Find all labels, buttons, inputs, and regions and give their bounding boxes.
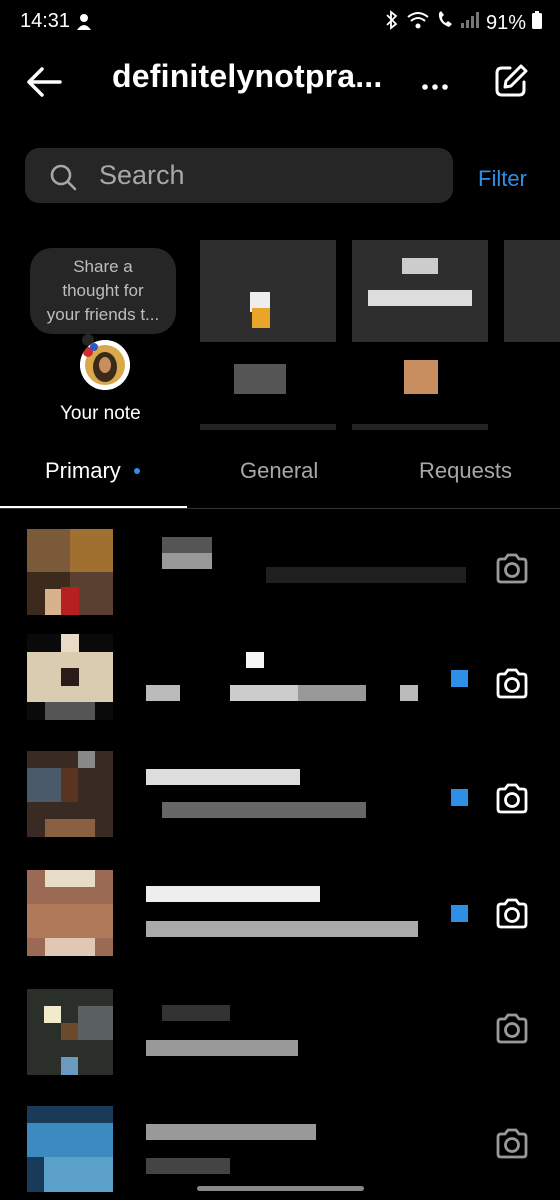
camera-icon bbox=[496, 668, 528, 699]
back-button[interactable] bbox=[26, 64, 62, 105]
camera-button[interactable] bbox=[494, 553, 530, 590]
camera-icon bbox=[496, 783, 528, 814]
avatar bbox=[27, 634, 113, 720]
note-bubble-line: thought for bbox=[62, 281, 144, 300]
avatar bbox=[27, 989, 113, 1075]
battery-icon bbox=[532, 11, 542, 35]
battery-text: 91% bbox=[485, 11, 526, 34]
more-dots-icon bbox=[422, 84, 448, 90]
tab-divider bbox=[0, 508, 560, 509]
camera-icon bbox=[496, 1013, 528, 1044]
search-icon bbox=[50, 164, 77, 191]
tab-underline bbox=[0, 506, 187, 508]
notification-icon bbox=[74, 12, 94, 37]
note-bubble-line: Share a bbox=[73, 257, 133, 276]
conversation-row[interactable] bbox=[0, 634, 560, 730]
camera-button[interactable] bbox=[494, 783, 530, 820]
more-options-button[interactable] bbox=[422, 78, 448, 96]
camera-icon bbox=[496, 553, 528, 584]
conversation-row[interactable] bbox=[0, 751, 560, 845]
camera-button[interactable] bbox=[494, 898, 530, 935]
status-right: 91% bbox=[384, 10, 542, 36]
camera-button[interactable] bbox=[494, 668, 530, 705]
camera-button[interactable] bbox=[494, 1128, 530, 1165]
avatar[interactable] bbox=[80, 340, 130, 390]
unread-dot bbox=[134, 468, 140, 474]
unread-indicator bbox=[451, 789, 468, 806]
new-message-button[interactable] bbox=[492, 62, 530, 105]
conversation-row[interactable] bbox=[0, 1100, 560, 1192]
camera-button[interactable] bbox=[494, 1013, 530, 1050]
avatar bbox=[27, 751, 113, 837]
signal-icon bbox=[460, 11, 480, 35]
note-bubble[interactable]: Share a thought for your friends t... bbox=[30, 248, 176, 334]
filter-button[interactable]: Filter bbox=[478, 166, 527, 192]
avatar bbox=[27, 529, 113, 615]
friend-note[interactable] bbox=[200, 240, 336, 435]
avatar bbox=[27, 870, 113, 956]
camera-icon bbox=[496, 898, 528, 929]
conversation-row[interactable] bbox=[0, 870, 560, 960]
note-bubble-line: your friends t... bbox=[46, 305, 160, 324]
search-placeholder: Search bbox=[99, 160, 185, 190]
bluetooth-icon bbox=[384, 10, 400, 36]
call-icon bbox=[436, 10, 454, 36]
avatar bbox=[27, 1106, 113, 1192]
search-input[interactable]: Search bbox=[25, 148, 453, 203]
status-time: 14:31 bbox=[20, 10, 71, 32]
your-note-label: Your note bbox=[60, 403, 141, 424]
back-arrow-icon bbox=[27, 67, 62, 97]
profile-photo bbox=[80, 340, 130, 390]
compose-icon bbox=[495, 64, 528, 97]
friend-note[interactable] bbox=[352, 240, 488, 435]
home-indicator[interactable] bbox=[197, 1186, 364, 1191]
tab-primary[interactable]: Primary bbox=[45, 458, 121, 484]
unread-indicator bbox=[451, 905, 468, 922]
conversation-row[interactable] bbox=[0, 985, 560, 1075]
tab-requests[interactable]: Requests bbox=[419, 458, 512, 484]
account-title[interactable]: definitelynotpra... bbox=[112, 58, 383, 95]
conversation-row[interactable] bbox=[0, 525, 560, 615]
camera-icon bbox=[496, 1128, 528, 1159]
tab-general[interactable]: General bbox=[240, 458, 318, 484]
friend-note[interactable] bbox=[504, 240, 560, 342]
unread-indicator bbox=[451, 670, 468, 687]
wifi-icon bbox=[406, 10, 430, 36]
